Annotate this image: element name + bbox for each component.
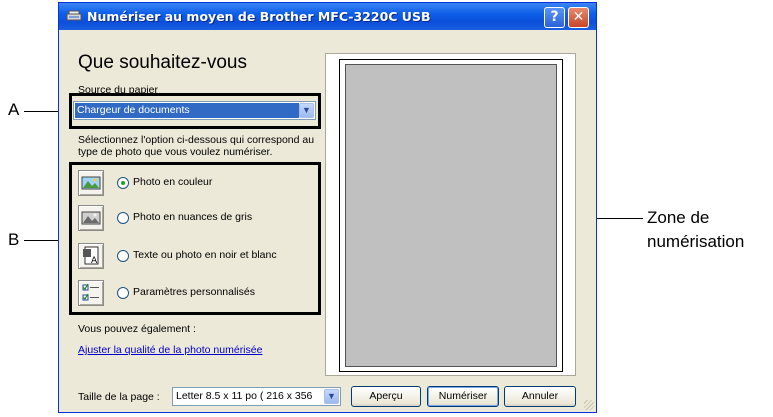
scan-type-option-black-white[interactable]: A Texte ou photo en noir et blanc bbox=[78, 243, 313, 269]
paper-source-dropdown[interactable]: Chargeur de documents ▼ bbox=[73, 101, 316, 120]
grayscale-photo-icon[interactable] bbox=[78, 205, 104, 231]
callout-a-label: A bbox=[8, 100, 20, 119]
close-button[interactable]: ✕ bbox=[568, 7, 589, 28]
callout-zone-line2: numérisation bbox=[647, 232, 745, 251]
scan-zone[interactable] bbox=[345, 64, 557, 367]
callout-b-label: B bbox=[8, 230, 20, 249]
custom-settings-icon[interactable] bbox=[78, 280, 104, 306]
also-label: Vous pouvez également : bbox=[78, 323, 196, 335]
radio-color-photo[interactable] bbox=[117, 177, 129, 189]
black-white-text-icon[interactable]: A bbox=[78, 243, 104, 269]
scanner-icon bbox=[66, 10, 82, 21]
help-button[interactable]: ? bbox=[544, 7, 565, 28]
title-bar[interactable]: Numériser au moyen de Brother MFC-3220C … bbox=[59, 3, 596, 30]
preview-button[interactable]: Aperçu bbox=[351, 386, 421, 407]
page-size-value: Letter 8.5 x 11 po ( 216 x 356 bbox=[176, 390, 313, 402]
callout-zone-label: Zone de numérisation bbox=[647, 206, 744, 254]
chevron-down-icon[interactable]: ▼ bbox=[299, 103, 314, 118]
scan-button[interactable]: Numériser bbox=[427, 386, 499, 407]
page-heading: Que souhaitez-vous bbox=[78, 52, 247, 73]
preview-page-border bbox=[339, 59, 563, 372]
radio-black-white[interactable] bbox=[117, 250, 129, 262]
radio-grayscale-photo[interactable] bbox=[117, 212, 129, 224]
scan-type-label: Texte ou photo en noir et blanc bbox=[133, 249, 277, 261]
chevron-down-icon[interactable]: ▼ bbox=[324, 389, 339, 404]
scan-type-label: Photo en couleur bbox=[133, 176, 213, 188]
scan-type-option-custom[interactable]: Paramètres personnalisés bbox=[78, 280, 313, 306]
scan-preview-area[interactable] bbox=[325, 53, 576, 376]
scan-type-option-color[interactable]: Photo en couleur bbox=[78, 170, 313, 196]
svg-text:A: A bbox=[91, 256, 98, 266]
scan-type-option-grayscale[interactable]: Photo en nuances de gris bbox=[78, 205, 313, 231]
page-size-dropdown[interactable]: Letter 8.5 x 11 po ( 216 x 356 ▼ bbox=[172, 387, 341, 406]
adjust-quality-link[interactable]: Ajuster la qualité de la photo numérisée bbox=[78, 344, 262, 356]
scan-type-label: Paramètres personnalisés bbox=[133, 286, 255, 298]
cancel-button[interactable]: Annuler bbox=[504, 386, 576, 407]
color-photo-icon[interactable] bbox=[78, 170, 104, 196]
resize-grip-icon[interactable] bbox=[584, 400, 594, 410]
scan-type-label: Photo en nuances de gris bbox=[133, 211, 253, 223]
window-title: Numériser au moyen de Brother MFC-3220C … bbox=[87, 9, 431, 24]
page-size-label: Taille de la page : bbox=[78, 391, 160, 403]
callout-zone-line1: Zone de bbox=[647, 208, 710, 227]
radio-custom-settings[interactable] bbox=[117, 287, 129, 299]
scan-dialog: Numériser au moyen de Brother MFC-3220C … bbox=[58, 2, 597, 413]
paper-source-value: Chargeur de documents bbox=[75, 103, 299, 118]
scan-type-instructions: Sélectionnez l'option ci-dessous qui cor… bbox=[78, 134, 315, 158]
